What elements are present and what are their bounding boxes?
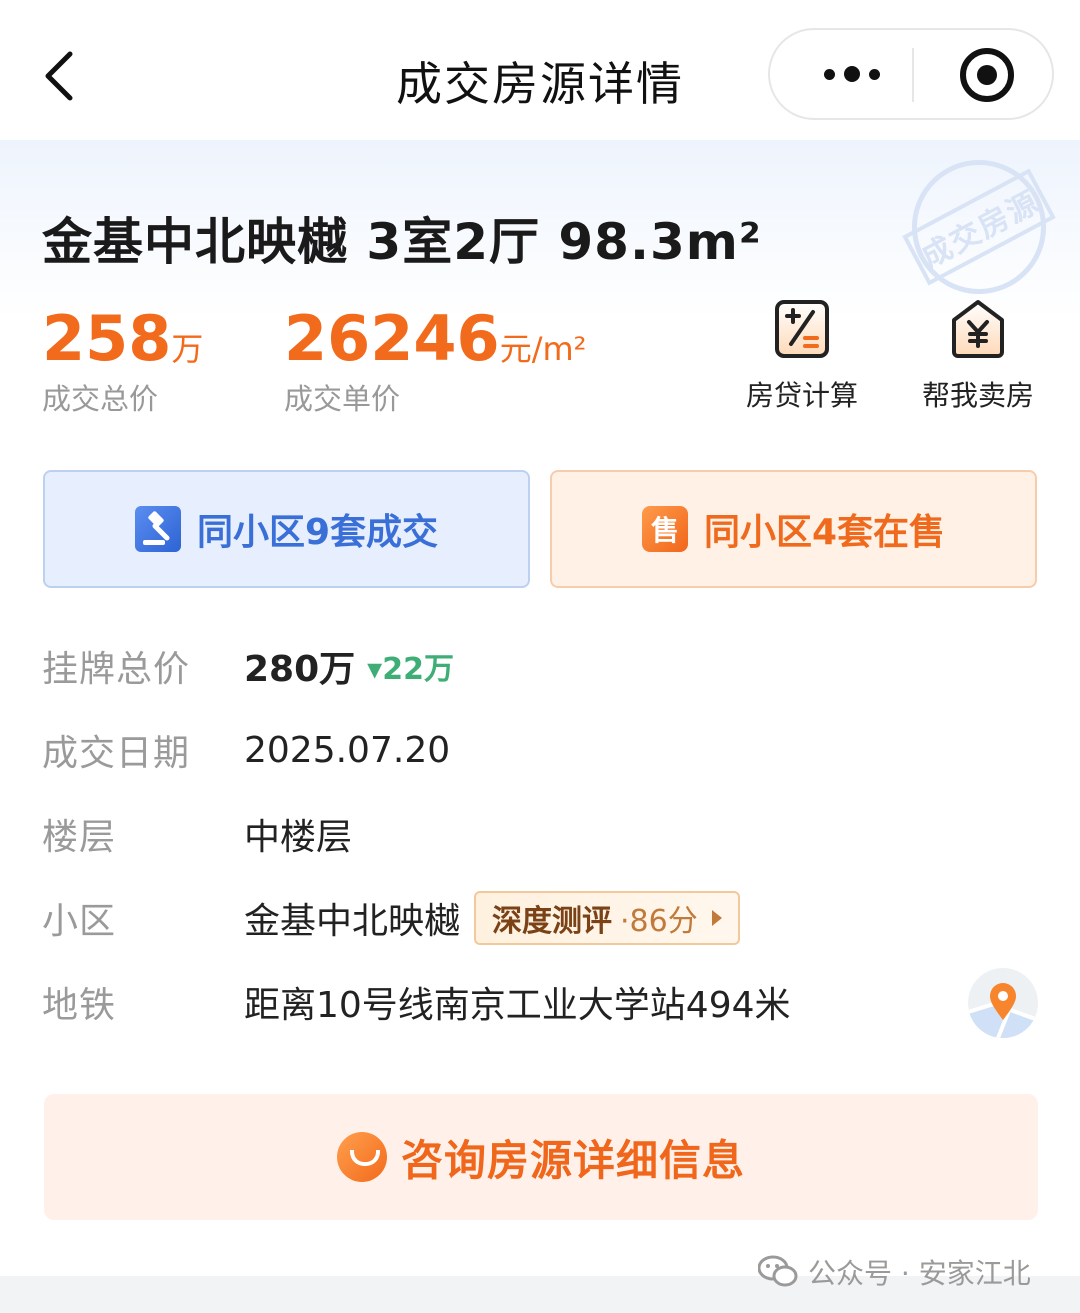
community-key: 小区 xyxy=(42,901,117,942)
total-price-value: 258 xyxy=(42,302,172,375)
list-price-value: 280万 xyxy=(244,649,356,690)
calculator-icon xyxy=(773,298,831,360)
more-dots-icon[interactable] xyxy=(794,30,910,118)
consult-button[interactable]: 咨询房源详细信息 xyxy=(44,1094,1038,1220)
help-sell-label: 帮我卖房 xyxy=(921,379,1034,412)
list-price-key: 挂牌总价 xyxy=(42,649,191,690)
same-community-sold-label: 同小区9套成交 xyxy=(196,512,439,553)
floor-row: 楼层 中楼层 xyxy=(42,804,352,864)
deal-date-row: 成交日期 2025.07.20 xyxy=(42,720,450,780)
unit-price-value: 26246 xyxy=(284,302,500,375)
in-depth-review-tag[interactable]: 深度测评 ·86分 xyxy=(474,891,740,945)
house-yuan-icon xyxy=(949,298,1007,360)
review-label: 深度测评 xyxy=(492,904,613,939)
watermark-text: 公众号 · 安家江北 xyxy=(808,1257,1031,1290)
deal-date-value: 2025.07.20 xyxy=(244,729,451,771)
listing-title: 金基中北映樾 3室2厅 98.3m² xyxy=(42,213,762,271)
price-drop: ▾22万 xyxy=(367,652,454,687)
deal-date-key: 成交日期 xyxy=(42,733,191,774)
miniapp-capsule xyxy=(768,28,1054,120)
total-price: 258万 成交总价 xyxy=(42,306,203,418)
list-price-row: 挂牌总价 280万 ▾22万 xyxy=(42,636,454,696)
same-community-onsale-button[interactable]: 售 同小区4套在售 xyxy=(550,470,1037,588)
total-price-unit: 万 xyxy=(171,330,204,368)
gavel-icon xyxy=(134,506,181,552)
wechat-icon xyxy=(757,1255,798,1289)
same-community-sold-button[interactable]: 同小区9套成交 xyxy=(43,470,530,588)
capsule-divider xyxy=(912,48,914,102)
total-price-label: 成交总价 xyxy=(42,382,159,416)
unit-price-label: 成交单价 xyxy=(284,382,401,416)
subway-row: 地铁 距离10号线南京工业大学站494米 xyxy=(42,972,791,1032)
help-sell-button[interactable]: 帮我卖房 xyxy=(908,298,1048,414)
review-score: ·86分 xyxy=(620,904,698,939)
unit-price-unit: 元/m² xyxy=(499,330,587,368)
nav-bar: 成交房源详情 xyxy=(0,0,1080,140)
sale-badge-icon: 售 xyxy=(641,506,688,552)
mortgage-calculator-label: 房贷计算 xyxy=(745,379,858,412)
same-community-onsale-label: 同小区4套在售 xyxy=(703,512,946,553)
unit-price: 26246元/m² 成交单价 xyxy=(284,306,587,418)
consult-label: 咨询房源详细信息 xyxy=(400,1135,745,1185)
subway-value: 距离10号线南京工业大学站494米 xyxy=(244,985,791,1026)
subway-key: 地铁 xyxy=(42,985,117,1026)
community-row: 小区 金基中北映樾 深度测评 ·86分 xyxy=(42,888,740,948)
floor-value: 中楼层 xyxy=(244,817,353,858)
smile-chat-icon xyxy=(336,1132,387,1182)
chevron-right-icon xyxy=(711,910,722,926)
close-target-icon[interactable] xyxy=(960,48,1014,102)
community-value: 金基中北映樾 xyxy=(244,901,461,942)
watermark: 公众号 · 安家江北 xyxy=(757,1252,1031,1292)
floor-key: 楼层 xyxy=(42,817,117,858)
map-location-icon[interactable] xyxy=(968,968,1038,1038)
mortgage-calculator-button[interactable]: 房贷计算 xyxy=(732,298,872,414)
